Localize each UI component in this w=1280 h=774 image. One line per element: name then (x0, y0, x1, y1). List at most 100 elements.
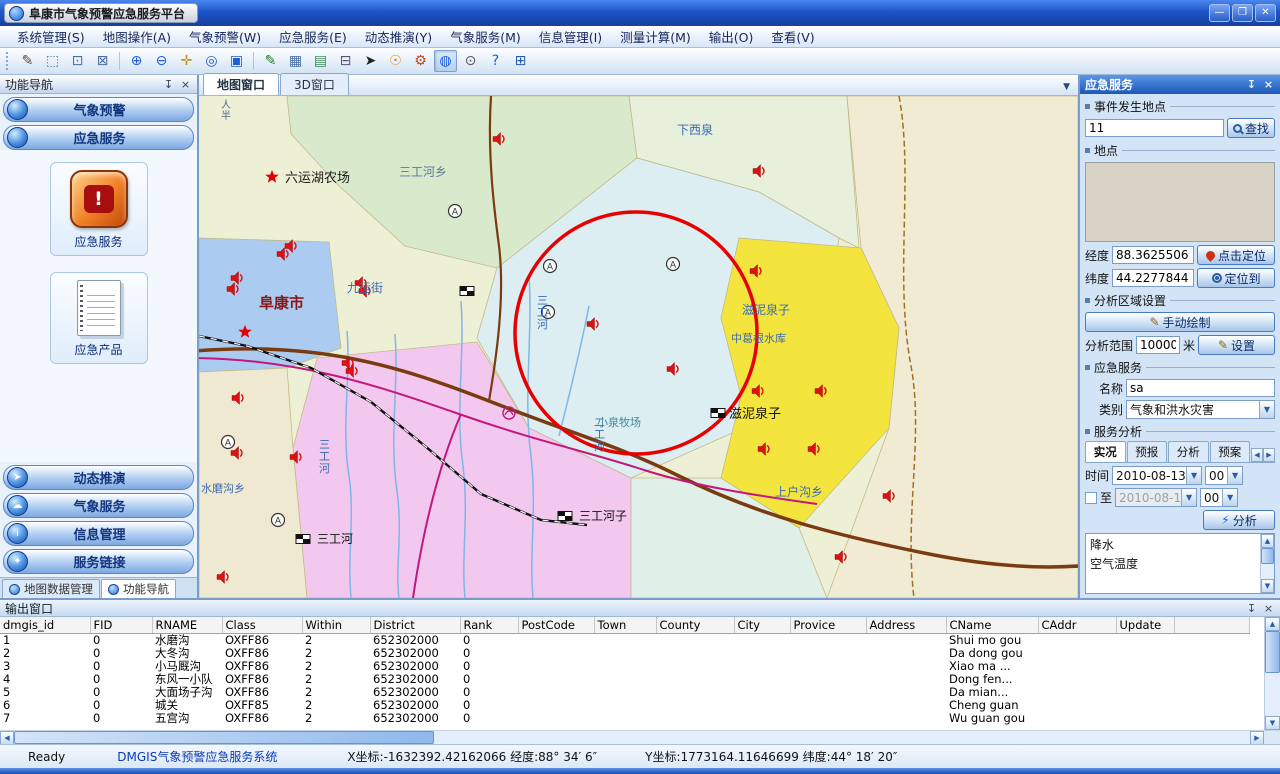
nav-button-bottom-1[interactable]: ➤动态推演 (3, 465, 194, 490)
end-hour-select[interactable]: 00 ▼ (1200, 488, 1238, 507)
column-header-City[interactable]: City (734, 617, 790, 634)
scroll-thumb[interactable] (1265, 631, 1280, 673)
column-header-CName[interactable]: CName (946, 617, 1038, 634)
column-header-FID[interactable]: FID (90, 617, 152, 634)
emergency-globe-icon[interactable]: ◍ (434, 50, 457, 72)
close-button[interactable]: ✕ (1255, 4, 1276, 22)
longitude-input[interactable] (1112, 246, 1194, 264)
flag-marker[interactable] (460, 287, 474, 296)
column-header-Town[interactable]: Town (594, 617, 656, 634)
column-header-Within[interactable]: Within (302, 617, 370, 634)
category-select[interactable]: 气象和洪水灾害 ▼ (1126, 400, 1275, 419)
circleA-marker[interactable]: A (222, 436, 235, 449)
column-header-County[interactable]: County (656, 617, 734, 634)
zoom-in-icon[interactable]: ⊕ (125, 50, 148, 72)
table-row[interactable]: 70五宫沟OXFF8626523020000Wu guan gou (0, 712, 1250, 725)
toolbar-drag-handle[interactable] (6, 52, 10, 70)
table-row[interactable]: 10水磨沟OXFF8626523020000Shui mo gou (0, 634, 1250, 648)
select-rect-icon[interactable]: ⬚ (41, 50, 64, 72)
chevron-down-icon[interactable]: ▼ (1186, 467, 1201, 484)
menu-item-9[interactable]: 输出(O) (700, 25, 763, 48)
find-button[interactable]: 查找 (1227, 118, 1275, 138)
list-scrollbar[interactable]: ▲ ▼ (1260, 534, 1274, 593)
start-hour-select[interactable]: 00 ▼ (1205, 466, 1243, 485)
column-header-PostCode[interactable]: PostCode (518, 617, 594, 634)
chevron-down-icon[interactable]: ▼ (1181, 489, 1196, 506)
pin-icon[interactable]: ↧ (162, 78, 175, 91)
analysis-item-1[interactable]: 降水 (1086, 535, 1260, 554)
start-date-select[interactable]: 2010-08-13 ▼ (1112, 466, 1202, 485)
scroll-up-icon[interactable]: ▲ (1261, 534, 1274, 548)
menu-item-6[interactable]: 气象服务(M) (441, 25, 530, 48)
edit-icon[interactable]: ✎ (16, 50, 39, 72)
analysis-factor-list[interactable]: 降水空气温度 ▲ ▼ (1085, 533, 1275, 594)
flag-marker[interactable] (558, 512, 572, 521)
pointer-icon[interactable]: ➤ (359, 50, 382, 72)
settings-icon[interactable]: ⚙ (409, 50, 432, 72)
menu-item-3[interactable]: 气象预警(W) (180, 25, 270, 48)
lightbulb-icon[interactable]: ☉ (384, 50, 407, 72)
column-header-Rank[interactable]: Rank (460, 617, 518, 634)
end-date-select[interactable]: 2010-08-13 ▼ (1115, 488, 1197, 507)
eye-icon[interactable]: ⊙ (459, 50, 482, 72)
zoom-window-icon[interactable]: ▣ (225, 50, 248, 72)
panel-tab-1[interactable]: 地图数据管理 (2, 579, 100, 598)
nav-button-2[interactable]: 应急服务 (3, 125, 194, 150)
pin-icon[interactable]: ↧ (1245, 78, 1258, 91)
analyze-button[interactable]: ⚡ 分析 (1203, 510, 1275, 530)
image-icon[interactable]: ▤ (309, 50, 332, 72)
goto-button[interactable]: 定位到 (1197, 268, 1275, 288)
nav-button-bottom-4[interactable]: ✦服务链接 (3, 549, 194, 574)
flag-marker[interactable] (711, 409, 725, 418)
menu-item-1[interactable]: 系统管理(S) (8, 25, 94, 48)
menu-item-7[interactable]: 信息管理(I) (530, 25, 611, 48)
circleA-marker[interactable]: A (449, 205, 462, 218)
panel-tab-2[interactable]: 功能导航 (101, 579, 176, 598)
pin-icon[interactable]: ↧ (1245, 602, 1258, 615)
click-locate-button[interactable]: 点击定位 (1197, 245, 1275, 265)
table-row[interactable]: 20大冬沟OXFF8626523020000Da dong gou (0, 647, 1250, 660)
menu-item-2[interactable]: 地图操作(A) (94, 25, 180, 48)
scroll-thumb[interactable] (14, 731, 434, 744)
nav-button-bottom-2[interactable]: ☁气象服务 (3, 493, 194, 518)
service-tab-2[interactable]: 预报 (1127, 441, 1168, 462)
column-header-Address[interactable]: Address (866, 617, 946, 634)
manual-draw-button[interactable]: ✎ 手动绘制 (1085, 312, 1275, 332)
scroll-left-icon[interactable]: ◀ (0, 731, 14, 745)
range-input[interactable] (1136, 336, 1180, 354)
grid-icon[interactable]: ▦ (284, 50, 307, 72)
nav-button-bottom-3[interactable]: i信息管理 (3, 521, 194, 546)
print-icon[interactable]: ⊟ (334, 50, 357, 72)
tab-scroll-left-icon[interactable]: ◀ (1251, 448, 1263, 462)
flag-marker[interactable] (296, 535, 310, 544)
scroll-down-icon[interactable]: ▼ (1261, 579, 1274, 593)
table-row[interactable]: 60城关OXFF8526523020000Cheng guan (0, 699, 1250, 712)
results-grid[interactable]: dmgis_idFIDRNAMEClassWithinDistrictRankP… (0, 617, 1264, 730)
chevron-down-icon[interactable]: ▼ (1259, 401, 1274, 418)
chevron-down-icon[interactable]: ▼ (1222, 489, 1237, 506)
launcher-emergency-product[interactable]: 应急产品 (50, 272, 148, 364)
tab-scroll-right-icon[interactable]: ▶ (1263, 448, 1275, 462)
column-header-Update[interactable]: Update (1116, 617, 1174, 634)
column-header-Provice[interactable]: Provice (790, 617, 866, 634)
table-row[interactable]: 40东风一小队OXFF8626523020000Dong fen... (0, 673, 1250, 686)
service-tab-3[interactable]: 分析 (1168, 441, 1209, 462)
column-header-dmgis_id[interactable]: dmgis_id (0, 617, 90, 634)
scroll-right-icon[interactable]: ▶ (1250, 731, 1264, 745)
table-row[interactable]: 50大面场子沟OXFF8626523020000Da mian... (0, 686, 1250, 699)
measure-icon[interactable]: ✎ (259, 50, 282, 72)
latitude-input[interactable] (1112, 269, 1194, 287)
service-tab-1[interactable]: 实况 (1085, 441, 1126, 462)
restore-button[interactable]: ❐ (1232, 4, 1253, 22)
scroll-thumb[interactable] (1261, 548, 1274, 564)
launcher-emergency-service[interactable]: ! 应急服务 (50, 162, 148, 256)
select-element-icon[interactable]: ⊡ (66, 50, 89, 72)
menu-item-4[interactable]: 应急服务(E) (270, 25, 356, 48)
zoom-out-icon[interactable]: ⊖ (150, 50, 173, 72)
scroll-up-icon[interactable]: ▲ (1265, 617, 1280, 631)
column-header-RNAME[interactable]: RNAME (152, 617, 222, 634)
clear-selection-icon[interactable]: ⊠ (91, 50, 114, 72)
minimize-button[interactable]: — (1209, 4, 1230, 22)
menu-item-10[interactable]: 查看(V) (762, 25, 823, 48)
map-canvas[interactable]: AAAAAA 人半六运湖农场三工河乡下西泉阜康市九运街滋泥泉子中葛根水库滋泥泉子… (199, 96, 1078, 598)
